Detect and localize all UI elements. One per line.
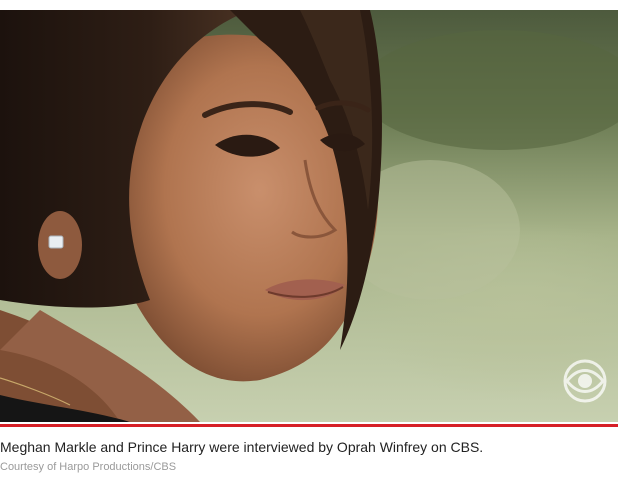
article-figure: Meghan Markle and Prince Harry were inte…: [0, 0, 623, 483]
photo-caption: Meghan Markle and Prince Harry were inte…: [0, 439, 484, 455]
caption-divider: [0, 424, 618, 427]
news-photo: [0, 10, 618, 422]
photo-credit: Courtesy of Harpo Productions/CBS: [0, 461, 177, 473]
